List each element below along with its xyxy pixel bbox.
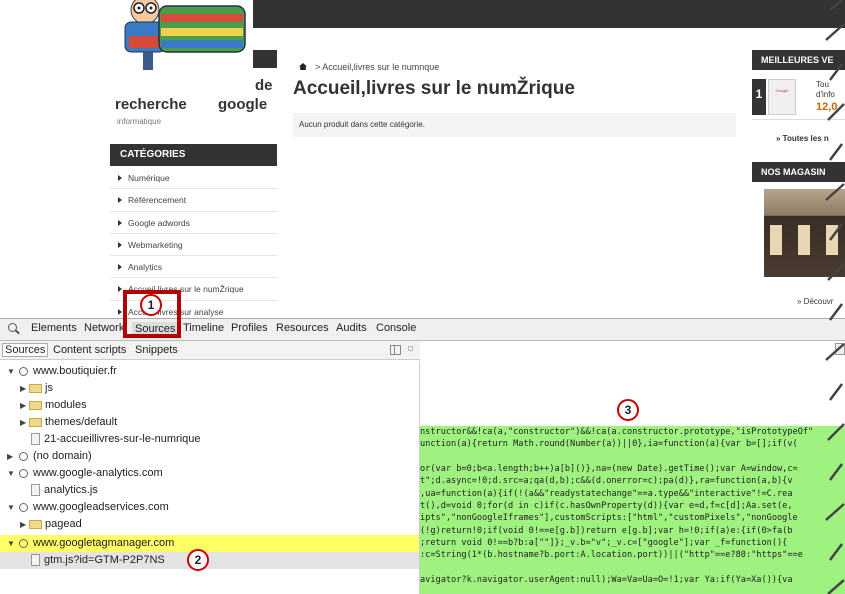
expanded-arrow-icon[interactable]: ▼ <box>7 363 15 380</box>
code-line: ipts","nonGoogleIframes"],customScripts:… <box>420 513 798 524</box>
tree-file[interactable]: analytics.js <box>0 482 419 499</box>
panel-options-icon[interactable] <box>408 346 413 351</box>
search-icon[interactable] <box>8 323 17 332</box>
category-item[interactable]: Numérique <box>110 167 277 190</box>
store-window <box>770 225 782 255</box>
tab-elements[interactable]: Elements <box>31 322 77 334</box>
sources-file-tree: ▼ www.boutiquier.fr ▶ js ▶ modules ▶ themes/… <box>0 361 420 594</box>
brand-subtitle: informatique <box>117 117 162 126</box>
collapsed-arrow-icon[interactable]: ▶ <box>20 516 26 533</box>
tree-file-selected[interactable]: gtm.js?id=GTM-P2P7NS <box>0 552 419 569</box>
caret-right-icon <box>118 286 122 293</box>
collapsed-arrow-icon[interactable]: ▶ <box>7 448 13 465</box>
tree-domain[interactable]: ▼ www.googleadservices.com <box>0 499 419 516</box>
globe-icon <box>19 469 28 478</box>
tree-domain-highlighted[interactable]: ▼ www.googletagmanager.com <box>0 535 419 552</box>
annotation-badge-1: 1 <box>140 294 162 316</box>
tree-folder[interactable]: ▶ pagead <box>0 516 419 533</box>
caret-right-icon <box>118 241 122 248</box>
logo-text-suffix: de <box>255 77 273 94</box>
tab-resources[interactable]: Resources <box>276 322 329 334</box>
header-strip <box>253 50 277 68</box>
brand-word-right: google <box>218 96 268 113</box>
collapsed-arrow-icon[interactable]: ▶ <box>20 397 26 414</box>
bestseller-rank: 1 <box>752 79 766 115</box>
globe-icon <box>19 539 28 548</box>
subtab-sources[interactable]: Sources <box>2 343 49 357</box>
tree-domain[interactable]: ▶ (no domain) <box>0 448 419 465</box>
subtab-content-scripts[interactable]: Content scripts <box>53 344 126 356</box>
folder-icon <box>29 401 42 410</box>
globe-icon <box>19 452 28 461</box>
code-line: t";d.async=!0;d.src=a;qa(d,b);c&&(d.oner… <box>420 476 793 487</box>
collapsed-arrow-icon[interactable]: ▶ <box>20 380 26 397</box>
expanded-arrow-icon[interactable]: ▼ <box>7 535 15 552</box>
subtab-snippets[interactable]: Snippets <box>135 344 178 356</box>
category-item[interactable]: Analytics <box>110 256 277 279</box>
code-line: (!g)return!0;if(void 0!==e[g.b])return e… <box>420 525 793 536</box>
code-line: unction(a){return Math.round(Number(a))|… <box>420 439 798 450</box>
document-icon <box>31 554 40 566</box>
folder-icon <box>29 520 42 529</box>
tree-folder[interactable]: ▶ js <box>0 380 419 397</box>
home-icon[interactable] <box>299 63 307 70</box>
torn-edge-decoration <box>825 0 845 594</box>
tree-file[interactable]: 21-accueillivres-sur-le-numrique <box>0 431 419 448</box>
code-line: nstructor&&!ca(a,"constructor")&&!ca(a.c… <box>420 427 814 437</box>
site-logo[interactable] <box>115 0 253 70</box>
categories-heading: CATÉGORIES <box>110 144 277 166</box>
globe-icon <box>19 367 28 376</box>
brand-word-left: recherche <box>115 96 187 113</box>
caret-right-icon <box>118 308 122 315</box>
document-icon <box>31 433 40 445</box>
tab-console[interactable]: Console <box>376 322 416 334</box>
globe-icon <box>19 503 28 512</box>
folder-icon <box>29 418 42 427</box>
tree-domain[interactable]: ▼ www.google-analytics.com <box>0 465 419 482</box>
devtools-panel: Elements Network Sources Timeline Profil… <box>0 318 845 594</box>
folder-icon <box>29 384 42 393</box>
category-item[interactable]: Référencement <box>110 189 277 212</box>
expanded-arrow-icon[interactable]: ▼ <box>7 499 15 516</box>
store-window <box>798 225 810 255</box>
caret-right-icon <box>118 197 122 204</box>
website-page: de recherche google informatique CATÉGOR… <box>0 0 845 318</box>
tree-folder[interactable]: ▶ modules <box>0 397 419 414</box>
code-line: ,ua=function(a){if(!(a&&"readystatechang… <box>420 488 793 499</box>
annotation-badge-3: 3 <box>617 399 639 421</box>
annotation-badge-2: 2 <box>187 549 209 571</box>
book-cover-image: Google <box>768 79 796 115</box>
code-line: :c=String(1*(b.hostname?b.port:A.locatio… <box>420 550 803 561</box>
tab-audits[interactable]: Audits <box>336 322 367 334</box>
code-line: ;return void 0!==b?b:a[""]};_v.b="v";_v.… <box>420 538 788 549</box>
breadcrumb: > Accueil,livres sur le numnque <box>299 62 439 72</box>
tab-profiles[interactable]: Profiles <box>231 322 268 334</box>
site-top-bar <box>253 0 845 28</box>
category-item[interactable]: Webmarketing <box>110 234 277 257</box>
caret-right-icon <box>118 219 122 226</box>
code-line: t(),d=void 0;for(d in c)if(c.hasOwnPrope… <box>420 501 793 512</box>
toggle-sidebar-icon[interactable] <box>390 345 401 355</box>
code-line: avigator?k.navigator.userAgent:null);Wa=… <box>420 575 793 586</box>
document-icon <box>31 484 40 496</box>
caret-right-icon <box>118 175 122 181</box>
sources-subtab-bar: Sources Content scripts Snippets <box>0 341 420 360</box>
tree-folder[interactable]: ▶ themes/default <box>0 414 419 431</box>
tab-timeline[interactable]: Timeline <box>183 322 224 334</box>
tab-network[interactable]: Network <box>84 322 124 334</box>
expanded-arrow-icon[interactable]: ▼ <box>7 465 15 482</box>
tree-domain[interactable]: ▼ www.boutiquier.fr <box>0 363 419 380</box>
category-item[interactable]: Google adwords <box>110 212 277 234</box>
caret-right-icon <box>118 264 122 271</box>
page-title: Accueil,livres sur le numŽrique <box>293 78 575 99</box>
collapsed-arrow-icon[interactable]: ▶ <box>20 414 26 431</box>
empty-category-notice: Aucun produit dans cette catégorie. <box>293 113 736 137</box>
source-code-view[interactable]: nstructor&&!ca(a,"constructor")&&!ca(a.c… <box>420 426 845 594</box>
breadcrumb-text: > Accueil,livres sur le numnque <box>315 62 440 72</box>
code-line: or(var b=0;b<a.length;b++)a[b]()},na=(ne… <box>420 464 798 475</box>
